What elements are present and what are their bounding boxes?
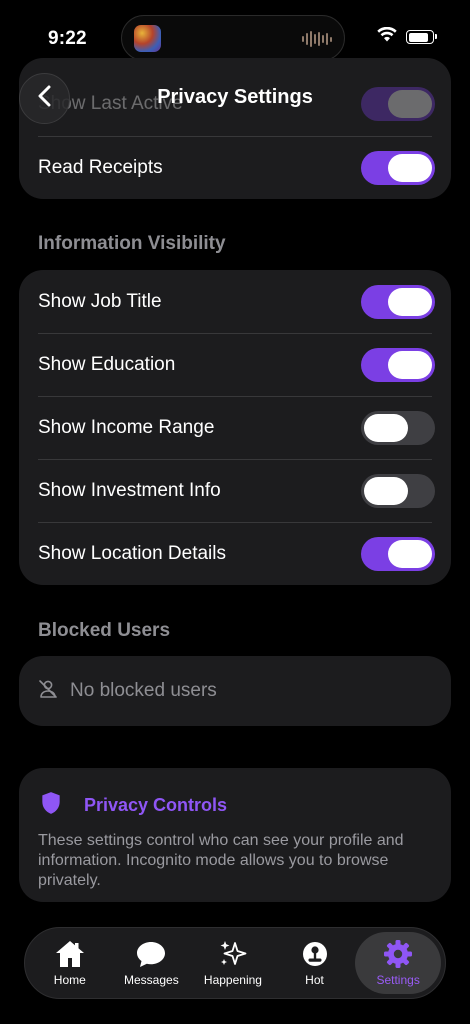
show-income-range-toggle[interactable]	[361, 410, 435, 445]
empty-state-text: No blocked users	[70, 680, 217, 701]
sparkles-icon	[217, 939, 249, 969]
privacy-controls-card: Privacy Controls These settings control …	[19, 768, 451, 902]
settings-row: Read Receipts	[19, 136, 451, 199]
gear-icon	[382, 939, 414, 969]
settings-row: Show Income Range	[19, 396, 451, 459]
tab-label: Home	[53, 973, 86, 987]
settings-row: Show Job Title	[19, 270, 451, 333]
settings-row: Show Education	[19, 333, 451, 396]
audio-waveform-icon	[302, 30, 332, 48]
information-visibility-card: Show Job Title Show Education Show Incom…	[19, 270, 451, 585]
settings-row: Show Investment Info	[19, 459, 451, 522]
row-label: Show Location Details	[38, 542, 226, 564]
row-label: Show Education	[38, 353, 176, 375]
settings-row: Show Location Details	[19, 522, 451, 585]
battery-icon	[406, 30, 437, 44]
tab-label: Happening	[203, 973, 262, 987]
person-slash-icon	[38, 679, 58, 704]
messaging-privacy-card: Show Last Active Read Receipts	[19, 58, 451, 199]
joystick-icon	[299, 939, 331, 969]
house-icon	[54, 939, 86, 969]
show-education-toggle[interactable]	[361, 347, 435, 382]
show-job-title-toggle[interactable]	[361, 284, 435, 319]
status-time: 9:22	[48, 28, 87, 49]
tab-label: Messages	[124, 973, 179, 987]
show-investment-info-toggle[interactable]	[361, 473, 435, 508]
shield-icon	[38, 790, 64, 821]
tab-label: Settings	[376, 973, 420, 987]
blocked-users-card: No blocked users	[19, 656, 451, 726]
section-title: Information Visibility	[38, 233, 226, 254]
read-receipts-toggle[interactable]	[361, 150, 435, 185]
tab-messages[interactable]: Messages	[111, 932, 193, 994]
row-label: Show Job Title	[38, 290, 162, 312]
page-title: Privacy Settings	[157, 86, 313, 108]
tab-hot[interactable]: Hot	[274, 932, 356, 994]
section-title: Blocked Users	[38, 620, 171, 641]
row-label: Read Receipts	[38, 156, 163, 178]
wifi-icon	[377, 26, 397, 47]
row-label: Show Income Range	[38, 416, 215, 438]
row-label: Show Investment Info	[38, 479, 221, 501]
tab-settings[interactable]: Settings	[355, 932, 441, 994]
show-location-details-toggle[interactable]	[361, 536, 435, 571]
privacy-controls-description: These settings control who can see your …	[38, 832, 404, 889]
now-playing-artwork	[134, 25, 161, 52]
tab-home[interactable]: Home	[29, 932, 111, 994]
chat-bubble-icon	[135, 939, 167, 969]
tab-label: Hot	[305, 973, 324, 987]
tab-happening[interactable]: Happening	[192, 932, 274, 994]
tab-bar: Home Messages Happening Hot Settings	[24, 927, 446, 999]
dynamic-island[interactable]	[121, 15, 345, 61]
privacy-controls-title: Privacy Controls	[84, 795, 228, 815]
